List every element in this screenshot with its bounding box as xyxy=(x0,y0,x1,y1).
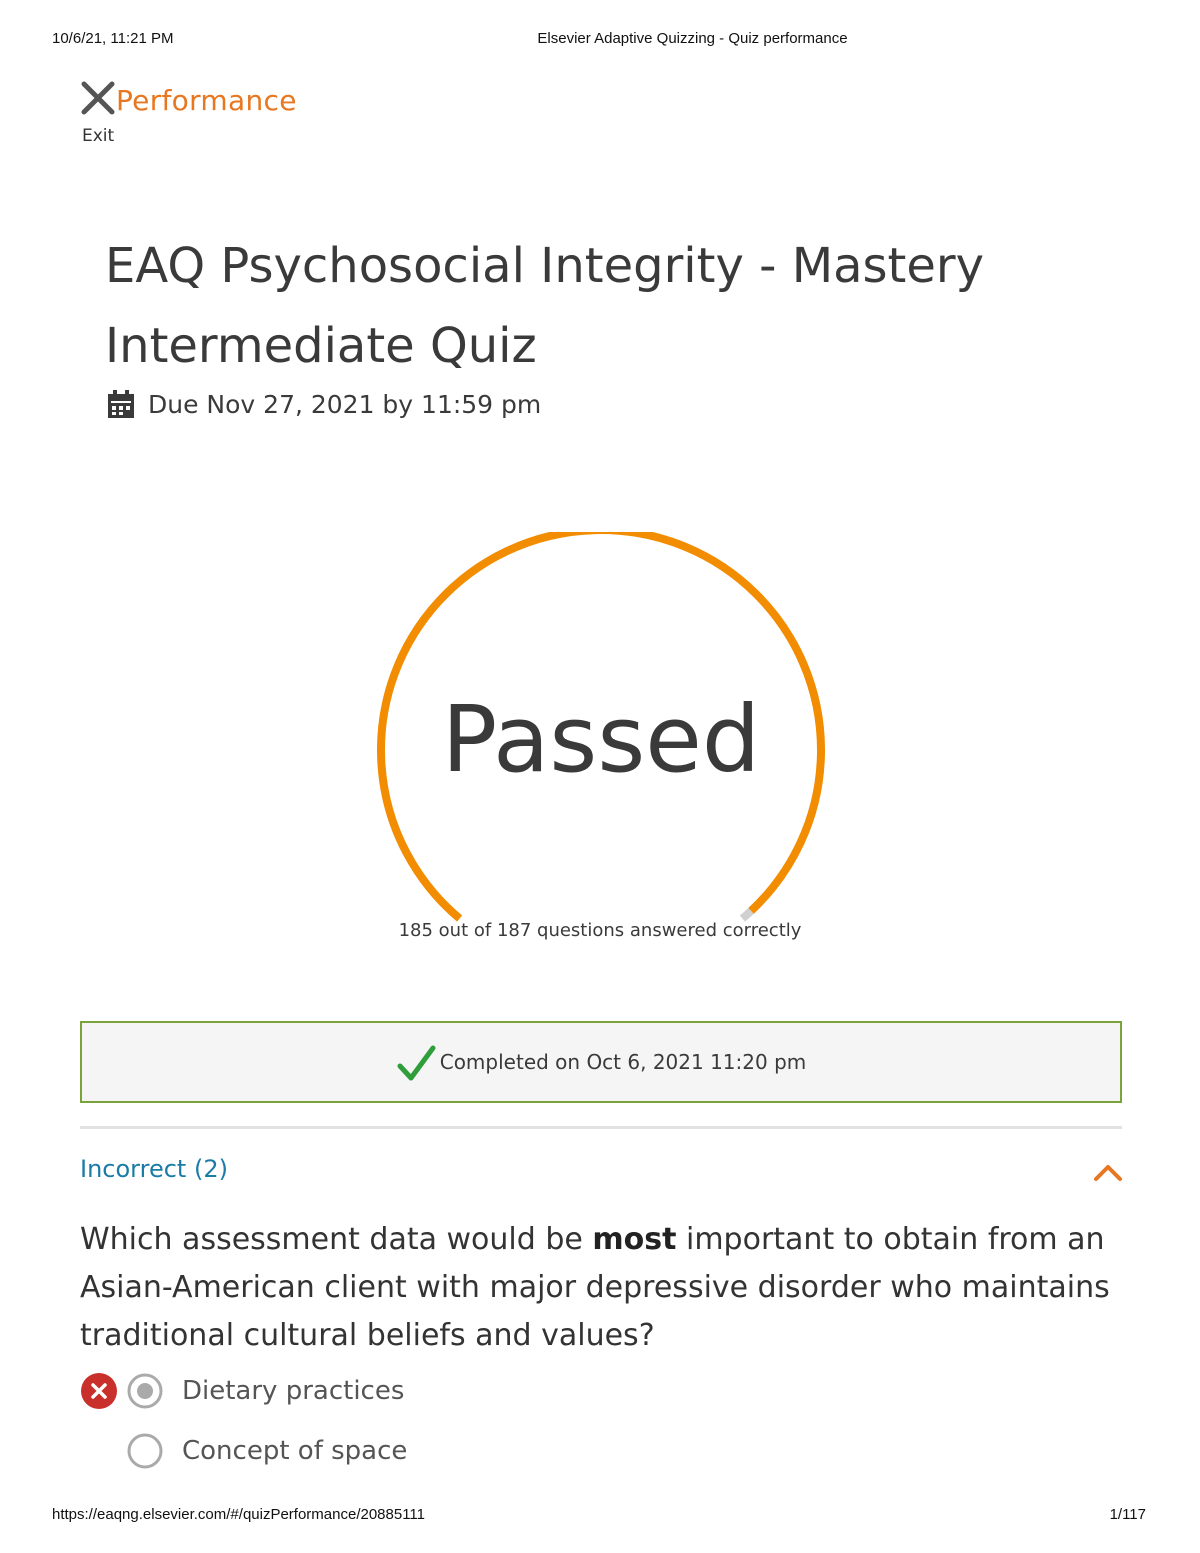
performance-title: Performance xyxy=(116,84,297,117)
checkmark-icon xyxy=(397,1045,436,1081)
completion-text: Completed on Oct 6, 2021 11:20 pm xyxy=(439,1050,807,1074)
incorrect-mark-icon xyxy=(81,1373,117,1409)
print-page-number: 1/117 xyxy=(1109,1506,1146,1523)
answer-label: Dietary practices xyxy=(182,1376,405,1406)
radio-unselected-icon[interactable] xyxy=(126,1432,164,1470)
question-emphasis: most xyxy=(592,1222,677,1257)
radio-selected-icon[interactable] xyxy=(126,1372,164,1410)
question-text: Which assessment data would be most impo… xyxy=(80,1216,1120,1360)
close-x-icon[interactable] xyxy=(80,80,116,116)
completion-banner: Completed on Oct 6, 2021 11:20 pm xyxy=(80,1021,1122,1103)
incorrect-section-toggle[interactable]: Incorrect (2) xyxy=(80,1155,228,1183)
exit-label[interactable]: Exit xyxy=(82,126,114,146)
gauge-remainder-arc xyxy=(739,907,754,922)
print-page-title: Elsevier Adaptive Quizzing - Quiz perfor… xyxy=(537,30,848,47)
print-header: 10/6/21, 11:21 PM Elsevier Adaptive Quiz… xyxy=(0,30,1200,50)
print-footer: https://eaqng.elsevier.com/#/quizPerform… xyxy=(0,1506,1200,1526)
section-divider xyxy=(80,1126,1122,1129)
print-url: https://eaqng.elsevier.com/#/quizPerform… xyxy=(52,1506,426,1523)
quiz-title: EAQ Psychosocial Integrity - Mastery Int… xyxy=(105,238,985,374)
question-text-start: Which assessment data would be xyxy=(80,1222,593,1257)
answer-option: Dietary practices xyxy=(80,1372,404,1410)
score-summary: 185 out of 187 questions answered correc… xyxy=(398,920,802,941)
due-date-row: Due Nov 27, 2021 by 11:59 pm xyxy=(106,388,541,420)
due-date-text: Due Nov 27, 2021 by 11:59 pm xyxy=(148,389,542,419)
chevron-up-icon[interactable] xyxy=(1092,1160,1124,1184)
result-status: Passed xyxy=(441,686,761,793)
calendar-icon xyxy=(108,390,134,418)
answer-option: Concept of space xyxy=(126,1432,407,1470)
answer-label: Concept of space xyxy=(182,1436,408,1466)
